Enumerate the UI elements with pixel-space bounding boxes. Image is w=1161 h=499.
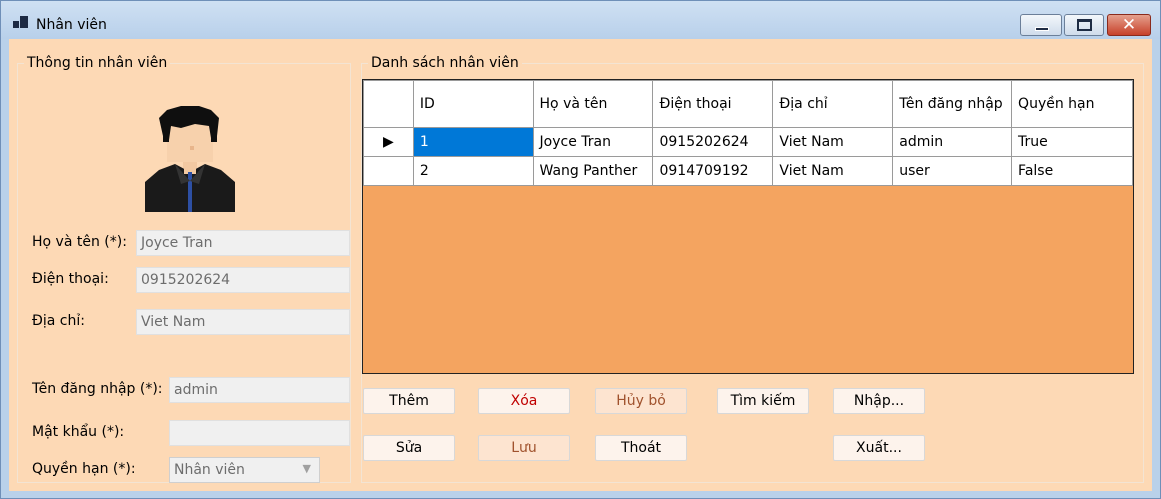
row-header-corner[interactable] [363, 80, 414, 128]
employee-table: ID Họ và tên Điện thoại Địa chỉ Tên đăng… [363, 80, 1133, 186]
column-header-username[interactable]: Tên đăng nhập [892, 80, 1013, 128]
column-header-address[interactable]: Địa chỉ [772, 80, 894, 128]
add-button[interactable]: Thêm [363, 388, 455, 414]
maximize-icon [1077, 19, 1092, 31]
employee-info-group: Thông tin nhân viên Họ và tên (*): Joyce… [17, 55, 351, 483]
export-button[interactable]: Xuất... [833, 435, 925, 461]
close-icon: ✕ [1121, 15, 1137, 35]
user-avatar-icon [145, 106, 235, 212]
phone-field[interactable]: 0915202624 [136, 267, 350, 293]
delete-button[interactable]: Xóa [478, 388, 570, 414]
table-header-row: ID Họ và tên Điện thoại Địa chỉ Tên đăng… [363, 80, 1133, 128]
close-button[interactable]: ✕ [1107, 14, 1151, 36]
cancel-button[interactable]: Hủy bỏ [595, 388, 687, 414]
save-button[interactable]: Lưu [478, 435, 570, 461]
search-button[interactable]: Tìm kiếm [717, 388, 809, 414]
column-header-id[interactable]: ID [412, 80, 534, 128]
app-icon [13, 16, 31, 30]
employee-grid[interactable]: ID Họ và tên Điện thoại Địa chỉ Tên đăng… [362, 79, 1134, 374]
window-title: Nhân viên [36, 17, 107, 33]
table-cell[interactable]: user [892, 156, 1013, 186]
table-cell[interactable]: Joyce Tran [532, 127, 654, 157]
table-cell[interactable]: True [1011, 127, 1133, 157]
fullname-label: Họ và tên (*): [32, 234, 127, 250]
role-select[interactable]: Nhân viên ▼ [169, 457, 320, 483]
password-field[interactable] [169, 420, 350, 446]
import-button[interactable]: Nhập... [833, 388, 925, 414]
minimize-button[interactable] [1020, 14, 1062, 36]
minimize-icon [1035, 27, 1049, 31]
table-cell[interactable]: False [1011, 156, 1133, 186]
table-cell[interactable]: Viet Nam [772, 127, 894, 157]
table-cell[interactable]: 0915202624 [652, 127, 774, 157]
edit-button[interactable]: Sửa [363, 435, 455, 461]
app-window: Nhân viên ✕ Thông tin nhân viên Họ và tê… [0, 0, 1161, 499]
maximize-button[interactable] [1064, 14, 1104, 36]
table-cell[interactable]: admin [892, 127, 1013, 157]
table-cell[interactable]: 2 [412, 156, 534, 186]
exit-button[interactable]: Thoát [595, 435, 687, 461]
chevron-down-icon: ▼ [302, 462, 311, 475]
title-bar[interactable]: Nhân viên ✕ [1, 1, 1160, 39]
column-header-fullname[interactable]: Họ và tên [532, 80, 654, 128]
form-client-area: Thông tin nhân viên Họ và tên (*): Joyce… [9, 39, 1152, 491]
table-cell[interactable]: 1 [412, 127, 534, 157]
table-cell[interactable]: Wang Panther [532, 156, 654, 186]
phone-label: Điện thoại: [32, 271, 109, 287]
address-field[interactable]: Viet Nam [136, 309, 350, 335]
table-row[interactable]: 2 Wang Panther 0914709192 Viet Nam user … [363, 156, 1133, 186]
column-header-phone[interactable]: Điện thoại [652, 80, 774, 128]
username-field[interactable]: admin [169, 377, 350, 403]
current-row-icon[interactable]: ▶ [363, 127, 414, 157]
table-cell[interactable]: Viet Nam [772, 156, 894, 186]
column-header-role[interactable]: Quyền hạn [1011, 80, 1133, 128]
fullname-field[interactable]: Joyce Tran [136, 230, 350, 256]
table-row[interactable]: ▶ 1 Joyce Tran 0915202624 Viet Nam admin… [363, 127, 1133, 157]
role-select-value: Nhân viên [174, 462, 245, 478]
role-label: Quyền hạn (*): [32, 461, 136, 477]
address-label: Địa chỉ: [32, 313, 85, 329]
password-label: Mật khẩu (*): [32, 424, 125, 440]
employee-info-title: Thông tin nhân viên [24, 55, 171, 71]
employee-list-title: Danh sách nhân viên [368, 55, 522, 71]
table-cell[interactable]: 0914709192 [652, 156, 774, 186]
row-header[interactable] [363, 156, 414, 186]
username-label: Tên đăng nhập (*): [32, 381, 163, 397]
